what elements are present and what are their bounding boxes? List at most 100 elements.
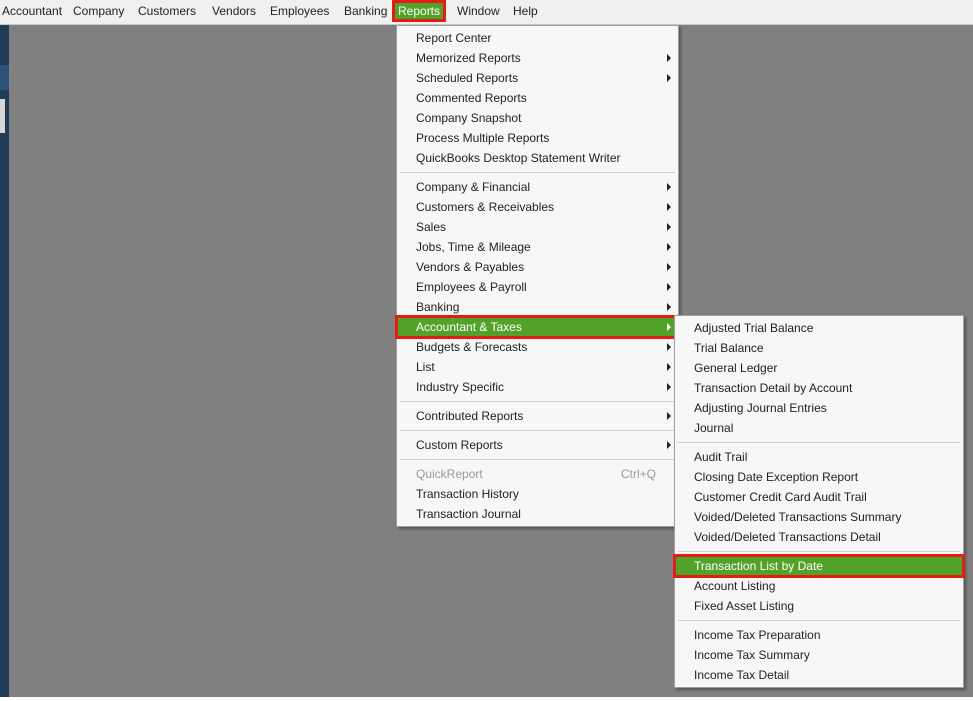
submenu-arrow-icon [667,223,671,231]
accountant-taxes-submenu: Adjusted Trial Balance Trial Balance Gen… [673,315,965,688]
report-center-item[interactable]: Report Center [397,28,678,48]
menu-company[interactable]: Company [73,1,124,21]
item-label: Transaction Detail by Account [694,381,853,395]
income-tax-preparation-item[interactable]: Income Tax Preparation [675,625,963,645]
company-snapshot-item[interactable]: Company Snapshot [397,108,678,128]
menu-banking[interactable]: Banking [344,1,387,21]
customer-credit-card-audit-trail-item[interactable]: Customer Credit Card Audit Trail [675,487,963,507]
vendors-payables-item[interactable]: Vendors & Payables [397,257,678,277]
customers-receivables-item[interactable]: Customers & Receivables [397,197,678,217]
item-label: Income Tax Detail [694,668,790,682]
menu-separator [400,401,675,402]
icon-bar-highlight [0,65,9,90]
menu-employees[interactable]: Employees [270,1,329,21]
sales-item[interactable]: Sales [397,217,678,237]
item-label: Memorized Reports [416,51,521,65]
quickreport-item: QuickReport Ctrl+Q [397,464,678,484]
adjusting-journal-entries-item[interactable]: Adjusting Journal Entries [675,398,963,418]
menu-separator [678,620,960,621]
account-listing-item[interactable]: Account Listing [675,576,963,596]
item-label: QuickBooks Desktop Statement Writer [416,151,621,165]
menu-accountant[interactable]: Accountant [2,1,62,21]
menu-separator [678,551,960,552]
item-label: General Ledger [694,361,778,375]
menu-customers[interactable]: Customers [138,1,196,21]
trial-balance-item[interactable]: Trial Balance [675,338,963,358]
item-label: Company & Financial [416,180,531,194]
submenu-arrow-icon [667,243,671,251]
industry-specific-item[interactable]: Industry Specific [397,377,678,397]
item-label: Report Center [416,31,492,45]
submenu-arrow-icon [667,363,671,371]
accountant-taxes-item[interactable]: Accountant & Taxes [395,315,680,339]
bottom-edge [0,697,973,701]
employees-payroll-item[interactable]: Employees & Payroll [397,277,678,297]
item-label: Accountant & Taxes [416,320,522,334]
item-label: Custom Reports [416,438,503,452]
process-multiple-reports-item[interactable]: Process Multiple Reports [397,128,678,148]
closing-date-exception-report-item[interactable]: Closing Date Exception Report [675,467,963,487]
general-ledger-item[interactable]: General Ledger [675,358,963,378]
submenu-arrow-icon [667,303,671,311]
submenu-arrow-icon [667,74,671,82]
journal-item[interactable]: Journal [675,418,963,438]
item-label: Account Listing [694,579,776,593]
item-label: Customers & Receivables [416,200,555,214]
menu-separator [400,172,675,173]
submenu-arrow-icon [667,263,671,271]
transaction-history-item[interactable]: Transaction History [397,484,678,504]
income-tax-detail-item[interactable]: Income Tax Detail [675,665,963,685]
company-financial-item[interactable]: Company & Financial [397,177,678,197]
item-label: Trial Balance [694,341,764,355]
item-label: Budgets & Forecasts [416,340,528,354]
transaction-detail-by-account-item[interactable]: Transaction Detail by Account [675,378,963,398]
item-label: Company Snapshot [416,111,522,125]
item-label: QuickReport [416,467,483,481]
jobs-time-mileage-item[interactable]: Jobs, Time & Mileage [397,237,678,257]
adjusted-trial-balance-item[interactable]: Adjusted Trial Balance [675,318,963,338]
submenu-arrow-icon [667,54,671,62]
voided-deleted-detail-item[interactable]: Voided/Deleted Transactions Detail [675,527,963,547]
memorized-reports-item[interactable]: Memorized Reports [397,48,678,68]
item-label: Transaction Journal [416,507,521,521]
voided-deleted-summary-item[interactable]: Voided/Deleted Transactions Summary [675,507,963,527]
submenu-arrow-icon [667,412,671,420]
transaction-list-by-date-item[interactable]: Transaction List by Date [673,554,965,578]
statement-writer-item[interactable]: QuickBooks Desktop Statement Writer [397,148,678,168]
transaction-journal-item[interactable]: Transaction Journal [397,504,678,524]
contributed-reports-item[interactable]: Contributed Reports [397,406,678,426]
menu-window[interactable]: Window [457,1,500,21]
list-item[interactable]: List [397,357,678,377]
item-label: Closing Date Exception Report [694,470,859,484]
submenu-arrow-icon [667,183,671,191]
item-label: Contributed Reports [416,409,524,423]
fixed-asset-listing-item[interactable]: Fixed Asset Listing [675,596,963,616]
item-label: Adjusting Journal Entries [694,401,827,415]
item-label: Scheduled Reports [416,71,519,85]
item-label: Journal [694,421,734,435]
menu-separator [400,430,675,431]
item-label: List [416,360,435,374]
item-label: Transaction History [416,487,519,501]
submenu-arrow-icon [667,283,671,291]
item-label: Adjusted Trial Balance [694,321,814,335]
scheduled-reports-item[interactable]: Scheduled Reports [397,68,678,88]
custom-reports-item[interactable]: Custom Reports [397,435,678,455]
budgets-forecasts-item[interactable]: Budgets & Forecasts [397,337,678,357]
menu-vendors[interactable]: Vendors [212,1,256,21]
item-label: Customer Credit Card Audit Trail [694,490,867,504]
audit-trail-item[interactable]: Audit Trail [675,447,963,467]
item-label: Employees & Payroll [416,280,527,294]
menu-reports[interactable]: Reports [391,0,447,22]
item-label: Income Tax Preparation [694,628,821,642]
item-label: Fixed Asset Listing [694,599,795,613]
menu-help[interactable]: Help [513,1,538,21]
item-label: Vendors & Payables [416,260,525,274]
submenu-arrow-icon [667,343,671,351]
item-label: Voided/Deleted Transactions Summary [694,510,902,524]
income-tax-summary-item[interactable]: Income Tax Summary [675,645,963,665]
banking-item[interactable]: Banking [397,297,678,317]
commented-reports-item[interactable]: Commented Reports [397,88,678,108]
submenu-arrow-icon [667,441,671,449]
icon-bar-scroll-handle[interactable] [0,99,5,133]
